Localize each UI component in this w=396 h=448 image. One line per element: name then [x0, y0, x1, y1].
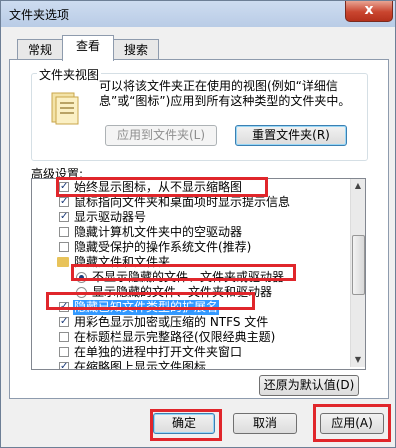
- tab-view[interactable]: 查看: [62, 35, 114, 61]
- list-item[interactable]: 隐藏受保护的操作系统文件(推荐): [32, 240, 362, 255]
- scroll-up-arrow-icon[interactable]: ▲: [351, 179, 365, 193]
- list-item[interactable]: ✓ 隐藏已知文件类型的扩展名: [32, 300, 362, 315]
- close-button[interactable]: x: [345, 1, 393, 22]
- cancel-button[interactable]: 取消: [233, 413, 297, 434]
- list-item[interactable]: ✓ 在缩略图上显示文件图标: [32, 360, 362, 369]
- reset-folders-button[interactable]: 重置文件夹(R): [235, 125, 347, 146]
- folder-views-title: 文件夹视图: [37, 66, 102, 83]
- apply-to-folders-button[interactable]: 应用到文件夹(L): [105, 125, 217, 146]
- list-item[interactable]: ✓ 鼠标指向文件夹和桌面项时显示提示信息: [32, 195, 362, 210]
- checkbox[interactable]: [59, 227, 69, 237]
- tab-search[interactable]: 搜索: [113, 39, 159, 60]
- list-item[interactable]: ✓ 显示驱动器号: [32, 210, 362, 225]
- restore-defaults-button[interactable]: 还原为默认值(D): [259, 375, 359, 396]
- folder-views-description: 可以将该文件夹正在使用的视图(例如“详细信息”或“图标”)应用到所有这种类型的文…: [99, 79, 351, 108]
- checkbox[interactable]: ✓: [59, 212, 69, 222]
- scroll-down-arrow-icon[interactable]: ▼: [351, 353, 365, 367]
- folder-options-dialog: 文件夹选项 x 常规 查看 搜索 文件夹视图 可以将该文件夹正在使用的视图(例如…: [0, 0, 396, 448]
- radio-button[interactable]: [76, 272, 87, 283]
- list-item[interactable]: 在单独的进程中打开文件夹窗口: [32, 345, 362, 360]
- checkbox[interactable]: ✓: [59, 182, 69, 192]
- list-item[interactable]: ✓ 用彩色显示加密或压缩的 NTFS 文件: [32, 315, 362, 330]
- apply-button[interactable]: 应用(A): [320, 413, 384, 434]
- checkbox[interactable]: ✓: [59, 197, 69, 207]
- advanced-settings-list[interactable]: ✓ 始终显示图标，从不显示缩略图 ✓ 鼠标指向文件夹和桌面项时显示提示信息 ✓ …: [31, 178, 366, 370]
- folder-icon: [51, 92, 79, 125]
- checkbox[interactable]: ✓: [59, 362, 69, 369]
- list-item[interactable]: 不显示隐藏的文件、文件夹或驱动器: [32, 270, 362, 285]
- scrollbar-thumb[interactable]: [352, 235, 365, 295]
- checkbox[interactable]: [59, 332, 69, 342]
- checkbox[interactable]: ✓: [59, 302, 69, 312]
- ok-button[interactable]: 确定: [153, 413, 215, 434]
- window-title: 文件夹选项: [9, 8, 70, 22]
- folder-icon: [57, 257, 69, 267]
- list-item[interactable]: 在标题栏显示完整路径(仅限经典主题): [32, 330, 362, 345]
- list-scrollbar[interactable]: ▲ ▼: [350, 179, 365, 367]
- tab-general[interactable]: 常规: [17, 39, 63, 60]
- list-item[interactable]: 显示隐藏的文件、文件夹和驱动器: [32, 285, 362, 300]
- radio-button[interactable]: [76, 287, 87, 298]
- list-item[interactable]: ✓ 始终显示图标，从不显示缩略图: [32, 180, 362, 195]
- checkbox[interactable]: ✓: [59, 317, 69, 327]
- title-bar: 文件夹选项 x: [1, 1, 396, 29]
- checkbox[interactable]: [59, 347, 69, 357]
- list-item[interactable]: 隐藏计算机文件夹中的空驱动器: [32, 225, 362, 240]
- checkbox[interactable]: [59, 242, 69, 252]
- list-item: 隐藏文件和文件夹: [32, 255, 362, 270]
